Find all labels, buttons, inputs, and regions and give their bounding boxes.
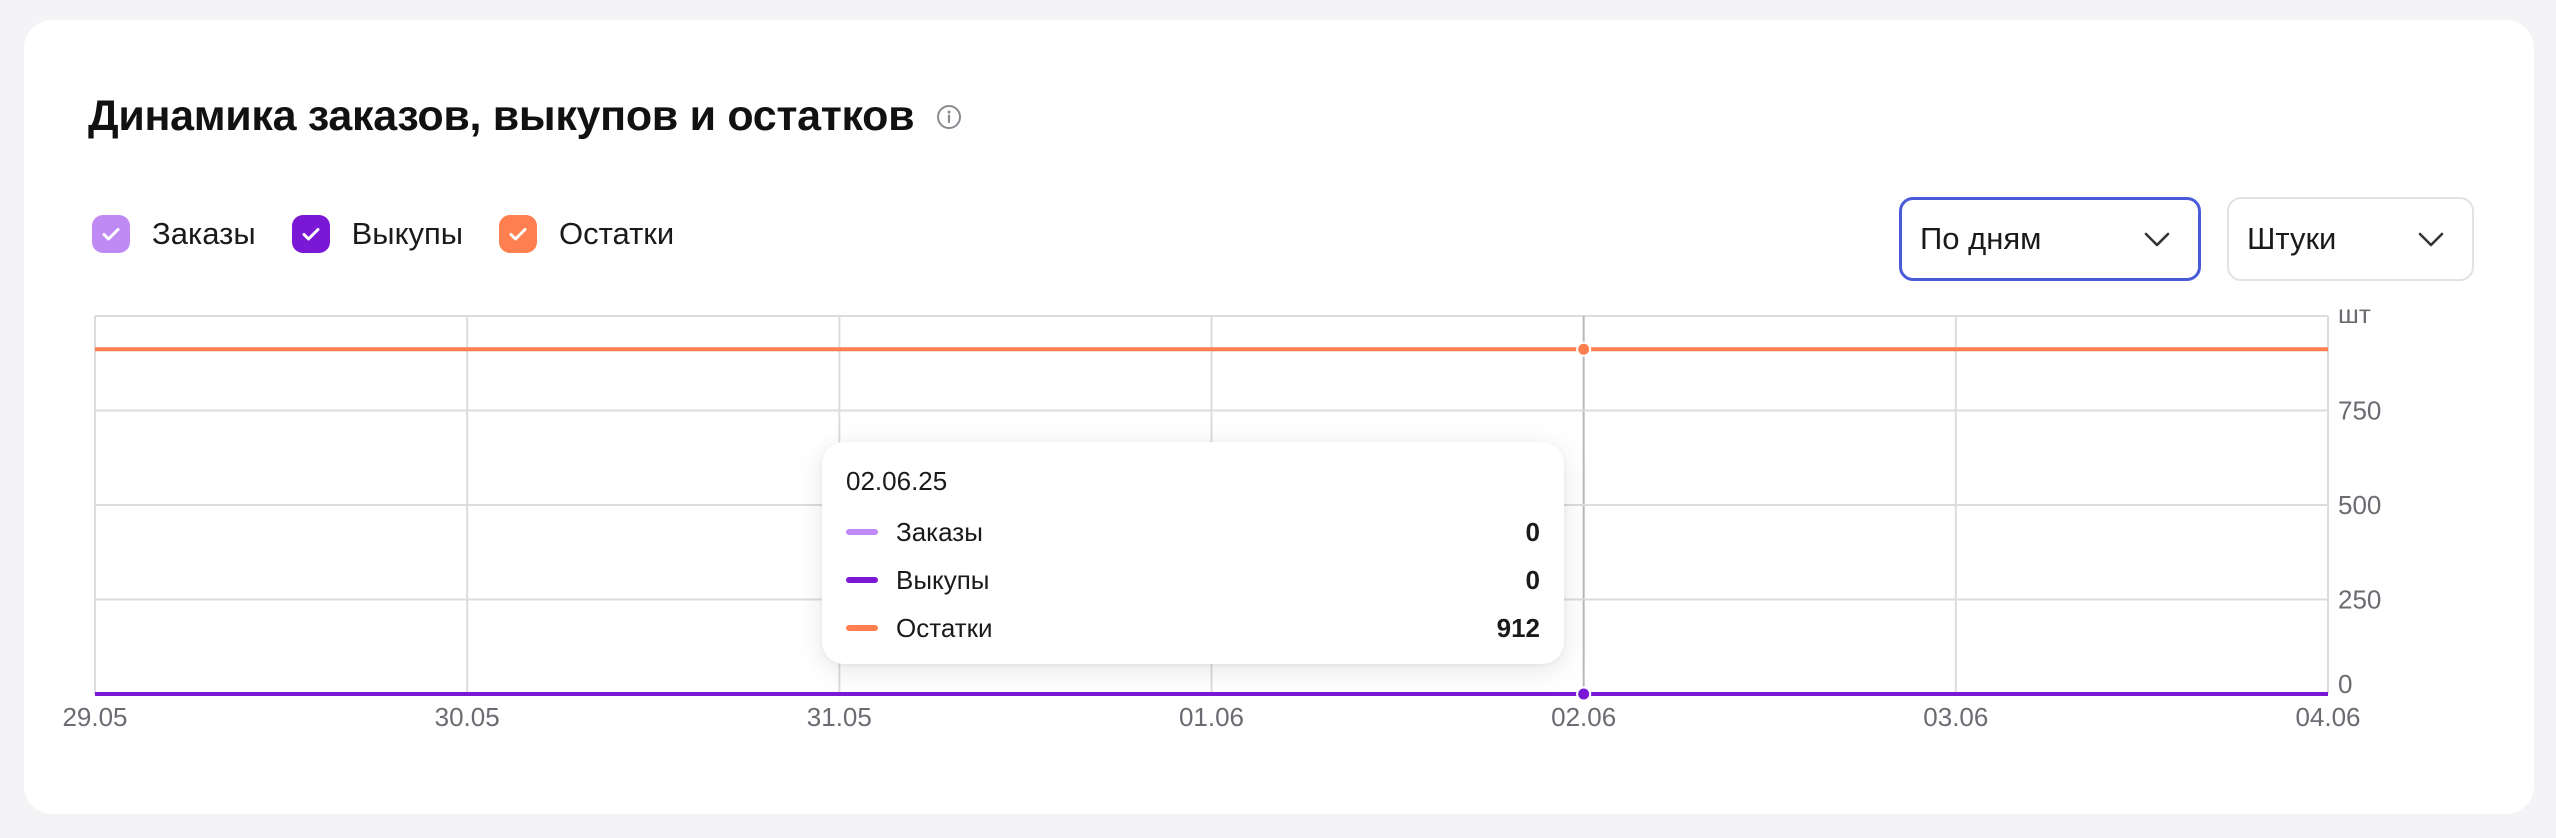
tooltip-value-orders: 0 bbox=[1525, 516, 1540, 547]
series-point bbox=[1576, 341, 1592, 357]
x-tick-label: 01.06 bbox=[1179, 702, 1244, 732]
y-tick-label: 750 bbox=[2338, 396, 2381, 426]
y-tick-label: 500 bbox=[2338, 490, 2381, 520]
tooltip-row-orders: Заказы 0 bbox=[846, 514, 1540, 550]
x-axis: 29.05 30.05 31.05 01.06 02.06 03.06 04.06 bbox=[62, 702, 2360, 732]
x-tick-label: 31.05 bbox=[807, 702, 872, 732]
tooltip-name-stock: Остатки bbox=[896, 612, 993, 643]
y-tick-label: 250 bbox=[2338, 585, 2381, 615]
tooltip-swatch-stock bbox=[846, 625, 878, 631]
tooltip-value-buyouts: 0 bbox=[1525, 564, 1540, 595]
tooltip-swatch-buyouts bbox=[846, 577, 878, 583]
x-tick-label: 02.06 bbox=[1551, 702, 1616, 732]
tooltip-date: 02.06.25 bbox=[846, 466, 948, 496]
line-chart: 0 250 500 750 шт 29.05 30.05 31.05 01.06 02.06 03… bbox=[62, 299, 2381, 732]
tooltip-row-buyouts: Выкупы 0 bbox=[846, 562, 1540, 598]
tooltip-value-stock: 912 bbox=[1496, 612, 1540, 643]
x-tick-label: 04.06 bbox=[2295, 702, 2360, 732]
x-tick-label: 29.05 bbox=[62, 702, 127, 732]
y-axis: 0 250 500 750 шт bbox=[2338, 299, 2381, 699]
tooltip-row-stock: Остатки 912 bbox=[846, 610, 1540, 646]
chart-tooltip: 02.06.25 Заказы 0 Выкупы 0 Остатки 912 bbox=[822, 442, 1564, 664]
series-point bbox=[1576, 686, 1592, 702]
x-tick-label: 03.06 bbox=[1923, 702, 1988, 732]
y-unit-label: шт bbox=[2338, 299, 2371, 329]
tooltip-swatch-orders bbox=[846, 529, 878, 535]
x-tick-label: 30.05 bbox=[435, 702, 500, 732]
tooltip-name-orders: Заказы bbox=[896, 516, 983, 547]
tooltip-name-buyouts: Выкупы bbox=[896, 564, 990, 595]
y-tick-label: 0 bbox=[2338, 669, 2352, 699]
